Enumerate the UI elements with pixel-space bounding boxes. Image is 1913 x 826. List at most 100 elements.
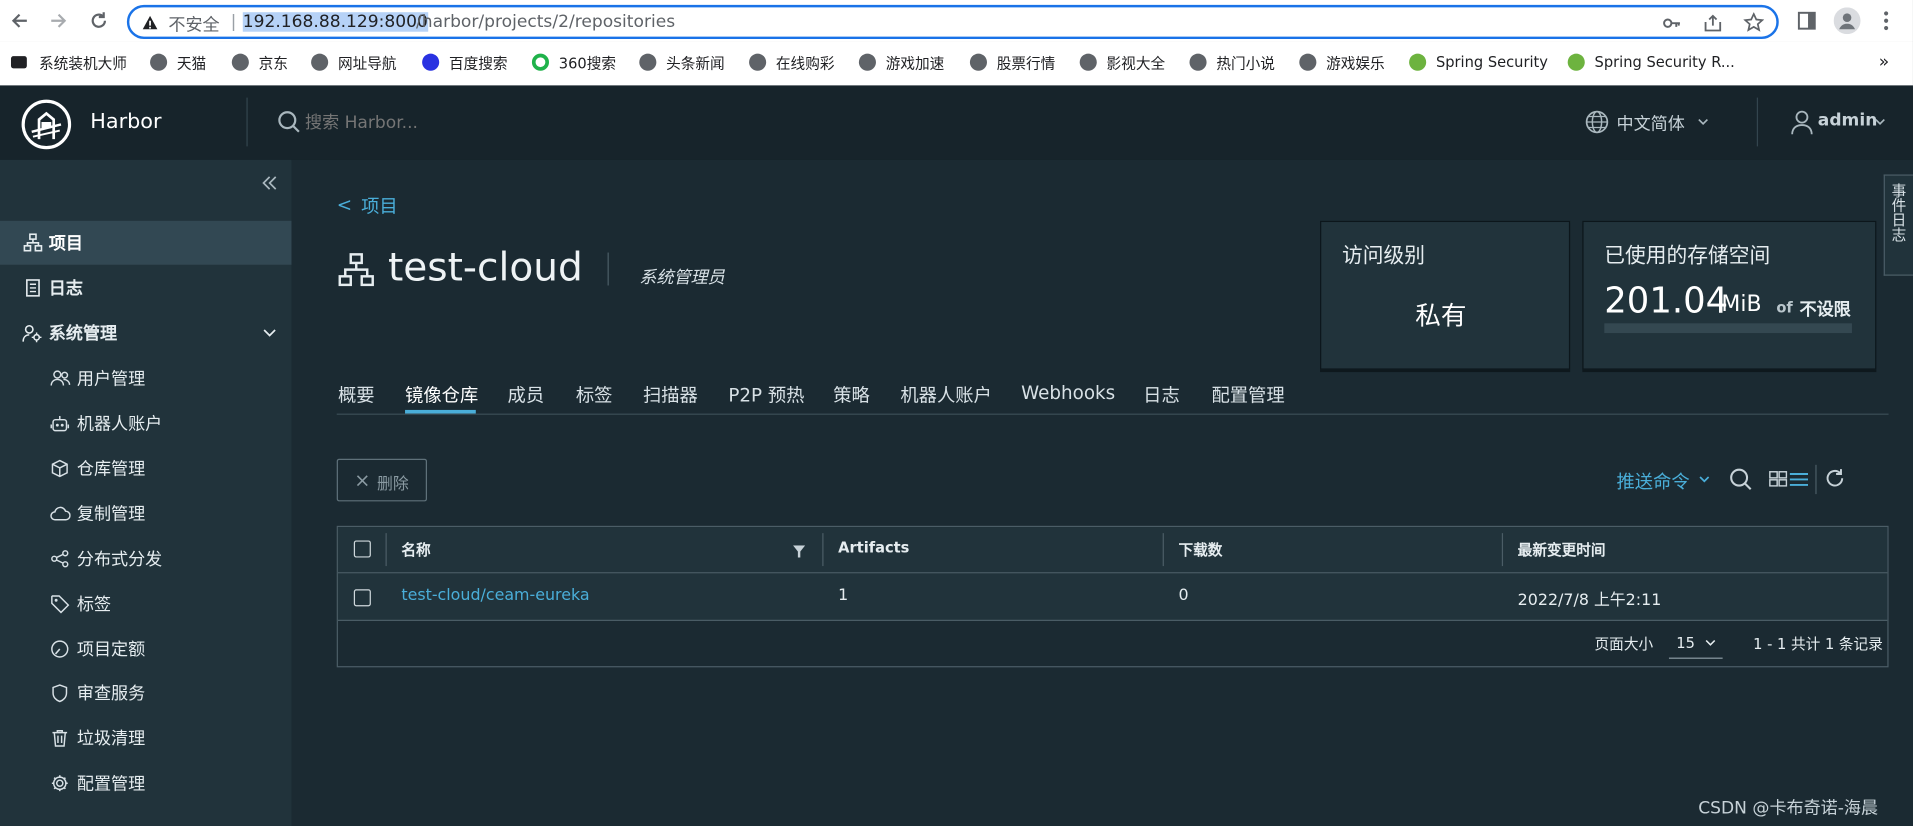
replication-icon	[50, 504, 71, 524]
bookmark-item[interactable]: 系统装机大师	[10, 51, 127, 73]
sidebar-item-config[interactable]: 配置管理	[0, 761, 292, 805]
list-view-icon[interactable]	[1789, 472, 1809, 487]
bookmark-item[interactable]: Spring Security R...	[1567, 51, 1735, 73]
chevron-down-icon[interactable]	[1698, 475, 1710, 485]
menu-icon[interactable]	[1882, 10, 1889, 32]
tab-logs[interactable]: 日志	[1143, 382, 1180, 408]
more-bookmarks-button[interactable]: »	[1879, 51, 1889, 73]
globe-icon	[1079, 53, 1097, 71]
back-chevron-icon[interactable]: <	[337, 194, 352, 216]
globe-icon	[231, 53, 249, 71]
sidebar-item-registries[interactable]: 仓库管理	[0, 447, 292, 491]
table-header-row	[337, 527, 1888, 574]
bookmark-label: 百度搜索	[448, 54, 508, 72]
toolbar-divider	[1815, 464, 1817, 495]
bookmark-item[interactable]: 头条新闻	[639, 51, 725, 73]
select-all-checkbox[interactable]	[353, 540, 371, 558]
tab-scanner[interactable]: 扫描器	[643, 382, 698, 408]
tab-configuration[interactable]: 配置管理	[1211, 382, 1284, 408]
sidebar-item-quotas[interactable]: 项目定额	[0, 627, 292, 671]
bookmark-item[interactable]: 在线购彩	[749, 51, 834, 73]
downloads-count: 0	[1178, 586, 1189, 606]
language-globe-icon[interactable]	[1585, 110, 1609, 134]
row-checkbox[interactable]	[353, 589, 371, 607]
bookmark-label: 在线购彩	[775, 54, 835, 72]
bookmark-item[interactable]: 天猫	[150, 51, 206, 73]
projects-icon	[23, 233, 43, 253]
tab-p2p-preheat[interactable]: P2P 预热	[728, 382, 804, 408]
search-icon[interactable]	[277, 110, 301, 134]
browser-toolbar: 不安全 | 192.168.88.129:8000 /harbor/projec…	[0, 0, 1913, 42]
bookmark-item[interactable]: 网址导航	[311, 51, 397, 73]
bookmark-item[interactable]: 百度搜索	[422, 51, 508, 73]
sidebar-item-admin[interactable]: 系统管理	[0, 311, 292, 355]
so360-icon	[531, 53, 549, 71]
storage-of: of	[1776, 298, 1793, 316]
share-icon[interactable]	[1703, 13, 1723, 33]
bookmark-item[interactable]: 游戏娱乐	[1299, 51, 1385, 73]
event-log-side-tab[interactable]: 事件日志	[1883, 174, 1913, 276]
sidebar-item-label: 系统管理	[48, 324, 118, 345]
app-name[interactable]: Harbor	[90, 110, 161, 134]
sidebar-item-logs[interactable]: 日志	[0, 266, 292, 310]
bookmark-item[interactable]: 热门小说	[1189, 51, 1275, 73]
sidebar-item-users[interactable]: 用户管理	[0, 356, 292, 400]
bookmark-star-icon[interactable]	[1743, 12, 1765, 33]
tab-webhooks[interactable]: Webhooks	[1021, 382, 1115, 404]
tab-policy[interactable]: 策略	[833, 382, 870, 408]
sidebar-item-projects[interactable]: 项目	[0, 220, 292, 265]
bookmark-item[interactable]: 游戏加速	[858, 51, 944, 73]
sidebar-item-interrogation[interactable]: 审查服务	[0, 671, 292, 715]
user-menu[interactable]: admin	[1818, 111, 1878, 131]
tab-robot-accounts[interactable]: 机器人账户	[900, 382, 992, 408]
push-command-dropdown[interactable]: 推送命令	[1617, 468, 1690, 494]
bookmark-item[interactable]: 京东	[231, 51, 288, 73]
gear-icon	[50, 773, 70, 793]
chevron-down-icon[interactable]	[1704, 638, 1716, 648]
refresh-icon[interactable]	[1824, 467, 1846, 489]
filter-icon[interactable]	[793, 545, 806, 558]
card-view-icon[interactable]	[1769, 471, 1788, 487]
globe-icon	[969, 53, 987, 71]
key-icon[interactable]	[1662, 13, 1682, 33]
forward-icon[interactable]	[48, 10, 70, 32]
bookmark-item[interactable]: 360搜索	[531, 51, 616, 73]
sidebar-item-replications[interactable]: 复制管理	[0, 492, 292, 536]
column-header-name[interactable]: 名称	[401, 539, 430, 560]
reload-icon[interactable]	[88, 10, 110, 32]
tab-repositories[interactable]: 镜像仓库	[405, 382, 478, 408]
repository-name-link[interactable]: test-cloud/ceam-eureka	[401, 587, 589, 605]
sidebar-item-label: 配置管理	[76, 774, 146, 795]
breadcrumb-projects-link[interactable]: 项目	[361, 193, 398, 219]
sidebar-item-gc[interactable]: 垃圾清理	[0, 716, 292, 760]
column-header-downloads[interactable]: 下载数	[1179, 539, 1223, 560]
sidepanel-icon[interactable]	[1797, 11, 1817, 31]
sidebar-item-label: 日志	[48, 279, 83, 299]
search-icon[interactable]	[1729, 467, 1753, 491]
collapse-sidebar-icon[interactable]	[261, 174, 278, 191]
bookmark-item[interactable]: 股票行情	[969, 51, 1055, 73]
bookmark-item[interactable]: Spring Security	[1409, 51, 1548, 73]
back-icon[interactable]	[9, 10, 31, 32]
sidebar-item-robots[interactable]: 机器人账户	[0, 401, 292, 445]
bookmark-label: 影视大全	[1106, 54, 1166, 72]
tab-members[interactable]: 成员	[508, 382, 545, 408]
globe-icon	[858, 53, 876, 71]
address-bar[interactable]: 不安全 | 192.168.88.129:8000 /harbor/projec…	[126, 4, 1779, 40]
search-input[interactable]	[302, 108, 674, 138]
chevron-down-icon[interactable]	[1874, 117, 1886, 127]
user-icon[interactable]	[1790, 109, 1814, 136]
profile-icon[interactable]	[1833, 7, 1861, 35]
chevron-down-icon[interactable]	[1697, 117, 1709, 127]
chevron-down-icon[interactable]	[262, 328, 277, 338]
language-selector[interactable]: 中文简体	[1617, 111, 1685, 135]
column-header-updated[interactable]: 最新变更时间	[1518, 539, 1606, 560]
bookmark-label: 系统装机大师	[39, 54, 127, 72]
sidebar-item-distribution[interactable]: 分布式分发	[0, 537, 292, 581]
column-header-artifacts[interactable]: Artifacts	[838, 539, 909, 556]
sidebar-item-labels[interactable]: 标签	[0, 582, 292, 626]
tab-labels[interactable]: 标签	[576, 382, 613, 408]
tab-summary[interactable]: 概要	[338, 382, 375, 408]
bookmark-item[interactable]: 影视大全	[1079, 51, 1166, 73]
harbor-logo-icon[interactable]	[21, 99, 72, 150]
